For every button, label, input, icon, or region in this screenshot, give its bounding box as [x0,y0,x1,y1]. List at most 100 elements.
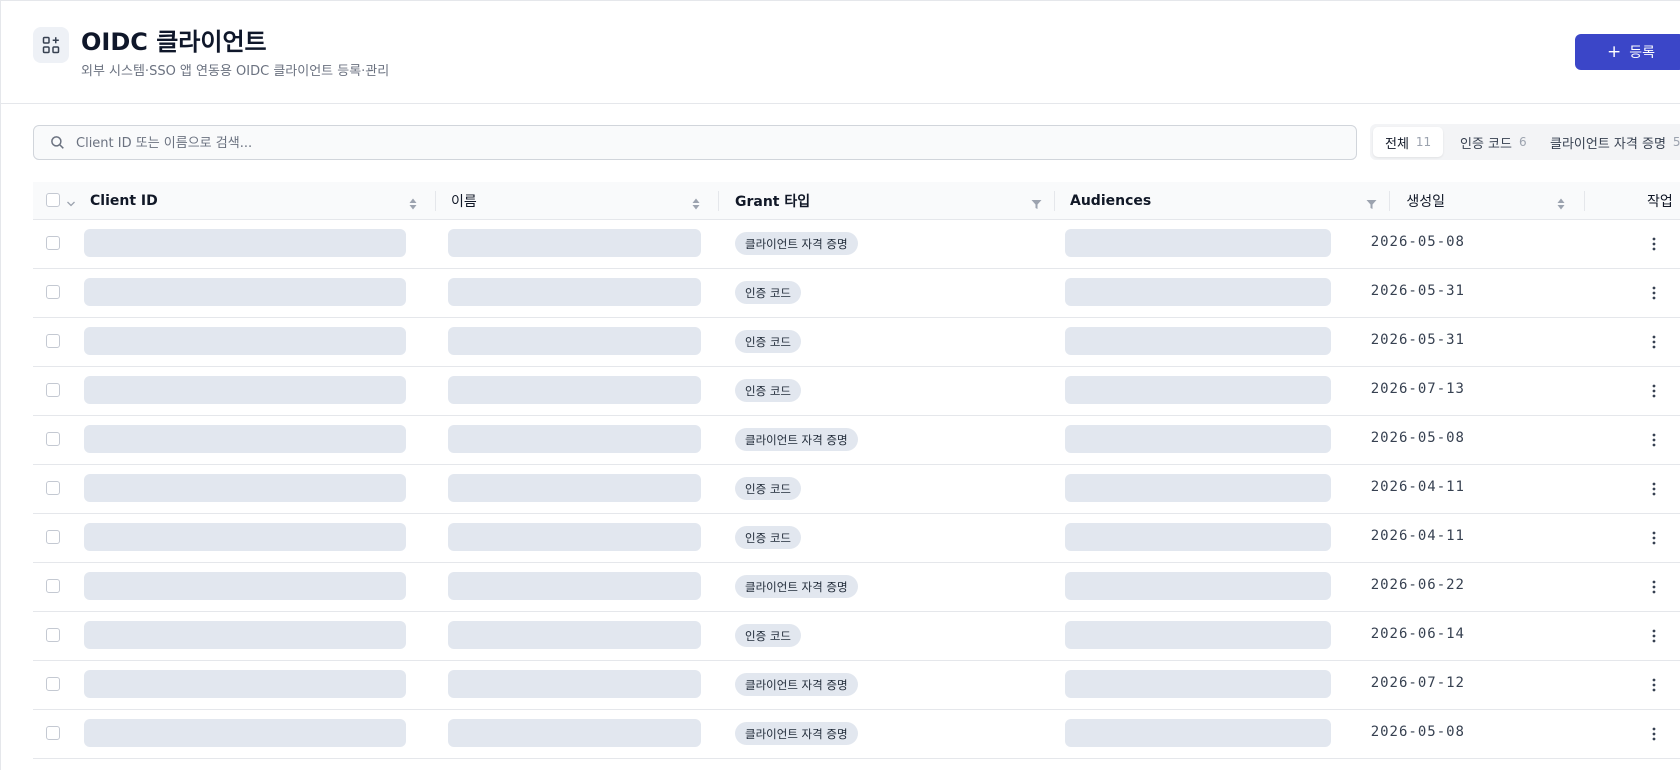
created-date: 2026-06-22 [1370,577,1465,593]
row-checkbox[interactable] [46,628,60,642]
table-row[interactable]: 클라이언트 자격 증명 2026-05-08 [33,219,1680,269]
page-title: OIDC 클라이언트 [81,28,267,56]
table-row[interactable]: 인증 코드 2026-05-31 [33,317,1680,367]
table-row[interactable]: 인증 코드 2026-05-31 [33,268,1680,318]
plus-icon: + [1607,41,1622,62]
client-id-skeleton [84,670,406,698]
filter-tab-authorization-code[interactable]: 인증 코드 6 [1452,127,1535,157]
client-id-skeleton [84,278,406,306]
grant-type-badge: 클라이언트 자격 증명 [735,428,858,451]
table-row[interactable]: 클라이언트 자격 증명 2026-07-12 [33,660,1680,710]
created-date: 2026-05-08 [1370,234,1465,250]
select-all-checkbox[interactable] [46,193,60,207]
audiences-skeleton [1065,719,1331,747]
name-skeleton [448,327,701,355]
more-vertical-icon[interactable] [1651,677,1657,693]
column-divider [718,191,719,211]
client-id-skeleton [84,474,406,502]
column-header-audiences[interactable]: Audiences [1070,182,1151,219]
more-vertical-icon[interactable] [1651,628,1657,644]
filter-tab-count: 6 [1518,135,1527,149]
more-vertical-icon[interactable] [1651,432,1657,448]
sort-icon[interactable] [1557,195,1565,214]
name-skeleton [448,376,701,404]
column-header-created[interactable]: 생성일 [1406,182,1445,219]
more-vertical-icon[interactable] [1651,726,1657,742]
audiences-skeleton [1065,229,1331,257]
row-checkbox[interactable] [46,285,60,299]
name-skeleton [448,719,701,747]
table-row[interactable]: 클라이언트 자격 증명 2026-05-08 [33,709,1680,759]
audiences-skeleton [1065,327,1331,355]
row-checkbox[interactable] [46,236,60,250]
created-date: 2026-05-31 [1370,283,1465,299]
column-header-client-id[interactable]: Client ID [90,182,158,219]
row-checkbox[interactable] [46,481,60,495]
more-vertical-icon[interactable] [1651,579,1657,595]
filter-icon[interactable] [1366,195,1377,214]
row-checkbox[interactable] [46,334,60,348]
client-id-skeleton [84,425,406,453]
name-skeleton [448,425,701,453]
search-box [33,125,1357,161]
audiences-skeleton [1065,376,1331,404]
grant-type-badge: 클라이언트 자격 증명 [735,673,858,696]
filter-tab-client-credentials[interactable]: 클라이언트 자격 증명 5 [1542,127,1680,157]
table-header: Client ID 이름 Grant 타입 Audiences 생성일 작업 [33,182,1680,220]
client-id-skeleton [84,572,406,600]
filter-tab-count: 5 [1672,135,1680,149]
table-row[interactable]: 클라이언트 자격 증명 2026-05-08 [33,415,1680,465]
audiences-skeleton [1065,425,1331,453]
filter-icon[interactable] [1031,195,1042,214]
row-checkbox[interactable] [46,530,60,544]
created-date: 2026-07-12 [1370,675,1465,691]
more-vertical-icon[interactable] [1651,481,1657,497]
audiences-skeleton [1065,572,1331,600]
grant-type-badge: 클라이언트 자격 증명 [735,232,858,255]
row-checkbox[interactable] [46,579,60,593]
register-button[interactable]: + 등록 [1575,34,1680,70]
filter-tab-label: 클라이언트 자격 증명 [1550,136,1666,152]
filter-tab-label: 인증 코드 [1460,136,1512,152]
column-header-actions: 작업 [1647,193,1673,210]
more-vertical-icon[interactable] [1651,383,1657,399]
created-date: 2026-04-11 [1370,528,1465,544]
row-checkbox[interactable] [46,432,60,446]
grant-type-badge: 인증 코드 [735,477,801,500]
name-skeleton [448,474,701,502]
client-id-skeleton [84,523,406,551]
filter-tab-all[interactable]: 전체 11 [1373,127,1444,157]
table-row[interactable]: 인증 코드 2026-04-11 [33,464,1680,514]
more-vertical-icon[interactable] [1651,285,1657,301]
table-row[interactable]: 인증 코드 2026-07-13 [33,366,1680,416]
grant-type-badge: 인증 코드 [735,624,801,647]
apps-add-icon [33,27,69,63]
more-vertical-icon[interactable] [1651,530,1657,546]
search-input[interactable] [74,126,1348,161]
sort-icon[interactable] [692,195,700,214]
more-vertical-icon[interactable] [1651,236,1657,252]
chevron-down-icon[interactable] [66,194,76,213]
column-header-grant-type[interactable]: Grant 타입 [735,182,810,219]
client-id-skeleton [84,621,406,649]
sort-icon[interactable] [409,195,417,214]
grant-type-badge: 인증 코드 [735,281,801,304]
name-skeleton [448,229,701,257]
column-header-name[interactable]: 이름 [451,182,477,219]
row-checkbox[interactable] [46,726,60,740]
created-date: 2026-04-11 [1370,479,1465,495]
created-date: 2026-07-13 [1370,381,1465,397]
page-subtitle: 외부 시스템·SSO 앱 연동용 OIDC 클라이언트 등록·관리 [81,64,390,79]
table-row[interactable]: 인증 코드 2026-04-11 [33,513,1680,563]
created-date: 2026-06-14 [1370,626,1465,642]
row-checkbox[interactable] [46,383,60,397]
client-id-skeleton [84,719,406,747]
table-row[interactable]: 클라이언트 자격 증명 2026-06-22 [33,562,1680,612]
audiences-skeleton [1065,474,1331,502]
filter-tab-label: 전체 [1385,136,1409,152]
grant-type-badge: 클라이언트 자격 증명 [735,575,858,598]
table-row[interactable]: 인증 코드 2026-06-14 [33,611,1680,661]
name-skeleton [448,523,701,551]
row-checkbox[interactable] [46,677,60,691]
more-vertical-icon[interactable] [1651,334,1657,350]
